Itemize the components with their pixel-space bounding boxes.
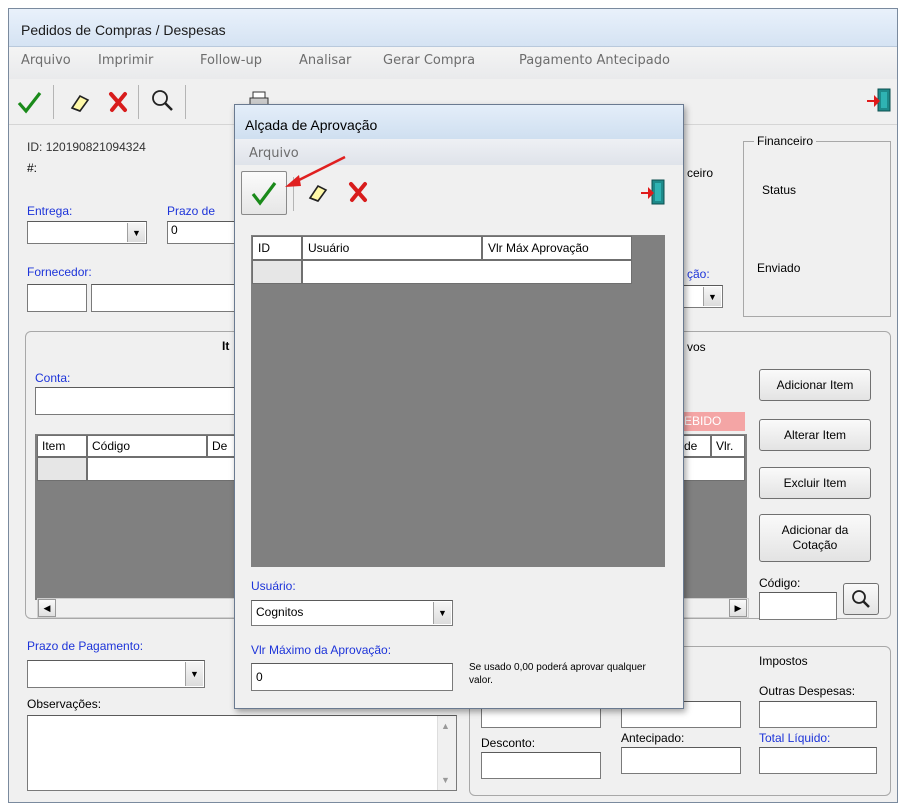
outras-despesas-label: Outras Despesas: bbox=[759, 684, 856, 698]
cao-combo[interactable]: ▼ bbox=[683, 285, 723, 308]
dialog-vlr-label: Vlr Máximo da Aprovação: bbox=[251, 643, 392, 657]
antecipado-input[interactable] bbox=[621, 747, 741, 774]
outras-despesas-input[interactable] bbox=[759, 701, 877, 728]
grid-row-indicator bbox=[252, 260, 302, 284]
prazo-pagamento-combo[interactable]: ▼ bbox=[27, 660, 205, 688]
id-label: ID: 120190821094324 bbox=[27, 140, 146, 154]
desconto-label: Desconto: bbox=[481, 736, 536, 750]
cao-label: ção: bbox=[687, 267, 710, 281]
impostos-label: Impostos bbox=[759, 654, 808, 668]
dialog-title: Alçada de Aprovação bbox=[245, 117, 378, 133]
entrega-combo[interactable]: ▼ bbox=[27, 221, 147, 244]
window-title: Pedidos de Compras / Despesas bbox=[21, 22, 226, 38]
search-icon[interactable] bbox=[149, 87, 175, 115]
total-liquido-label: Total Líquido: bbox=[759, 731, 831, 745]
annotation-arrow-icon bbox=[279, 153, 349, 193]
observacoes-label: Observações: bbox=[27, 697, 102, 711]
conta-input[interactable] bbox=[35, 387, 247, 415]
prazo-label: Prazo de bbox=[167, 204, 216, 218]
entrega-label: Entrega: bbox=[27, 204, 73, 218]
prazo-pagamento-label: Prazo de Pagamento: bbox=[27, 639, 144, 653]
menu-arquivo[interactable]: Arquivo bbox=[21, 53, 71, 68]
codigo-input[interactable] bbox=[759, 592, 837, 620]
scroll-down-icon[interactable]: ▼ bbox=[441, 775, 450, 785]
scroll-left-icon[interactable]: ◀ bbox=[38, 599, 56, 617]
table-row[interactable] bbox=[679, 457, 745, 481]
col-vlr[interactable]: Vlr. bbox=[711, 435, 745, 457]
eraser-icon[interactable] bbox=[67, 91, 93, 113]
codigo-label: Código: bbox=[759, 576, 801, 590]
alter-item-button[interactable]: Alterar Item bbox=[759, 419, 871, 451]
exit-door-icon[interactable] bbox=[865, 87, 893, 115]
col-usuario[interactable]: Usuário bbox=[302, 236, 482, 260]
desconto-input[interactable] bbox=[481, 752, 601, 779]
approval-grid[interactable] bbox=[251, 235, 665, 567]
menu-follow-up[interactable]: Follow-up bbox=[200, 53, 262, 68]
toolbar-separator bbox=[138, 85, 139, 119]
fornecedor-name-input[interactable] bbox=[91, 284, 251, 312]
dialog-usuario-label: Usuário: bbox=[251, 579, 296, 593]
observacoes-textarea[interactable] bbox=[27, 715, 457, 791]
items-vos-label: vos bbox=[687, 340, 706, 354]
table-row[interactable] bbox=[302, 260, 632, 284]
scroll-up-icon[interactable]: ▲ bbox=[441, 721, 450, 731]
add-item-button[interactable]: Adicionar Item bbox=[759, 369, 871, 401]
col-id[interactable]: ID bbox=[252, 236, 302, 260]
menu-analisar[interactable]: Analisar bbox=[299, 53, 351, 68]
grid-row-indicator bbox=[37, 457, 87, 481]
cancel-x-icon[interactable] bbox=[105, 89, 131, 115]
dialog-usuario-combo[interactable]: Cognitos ▼ bbox=[251, 600, 453, 626]
add-from-quote-button[interactable]: Adicionar da Cotação bbox=[759, 514, 871, 562]
menu-gerar-compra[interactable]: Gerar Compra bbox=[383, 53, 475, 68]
menu-imprimir[interactable]: Imprimir bbox=[98, 53, 153, 68]
toolbar-separator bbox=[53, 85, 54, 119]
dialog-exit-door-icon[interactable] bbox=[639, 177, 667, 207]
menu-pagamento-antecipado[interactable]: Pagamento Antecipado bbox=[519, 53, 670, 68]
financeiro-label: Financeiro bbox=[754, 134, 817, 148]
toolbar-separator bbox=[185, 85, 186, 119]
title-bar: Pedidos de Compras / Despesas bbox=[9, 9, 897, 47]
confirm-check-icon[interactable] bbox=[15, 89, 43, 115]
search-icon bbox=[852, 590, 870, 608]
col-codigo[interactable]: Código bbox=[87, 435, 207, 457]
antecipado-label: Antecipado: bbox=[621, 731, 685, 745]
ceiro-label: ceiro bbox=[687, 166, 714, 180]
status-label: Status bbox=[759, 183, 800, 197]
approval-dialog: Alçada de Aprovação Arquivo ID Usuário V… bbox=[234, 104, 684, 709]
col-item[interactable]: Item bbox=[37, 435, 87, 457]
dialog-vlr-input[interactable]: 0 bbox=[251, 663, 453, 691]
delete-item-button[interactable]: Excluir Item bbox=[759, 467, 871, 499]
table-row[interactable] bbox=[87, 457, 247, 481]
status-group bbox=[743, 141, 891, 317]
conta-label: Conta: bbox=[35, 371, 71, 385]
search-codigo-button[interactable] bbox=[843, 583, 879, 615]
items-title: It bbox=[222, 339, 230, 353]
scroll-right-icon[interactable]: ▶ bbox=[729, 599, 747, 617]
enviado-label: Enviado bbox=[754, 261, 804, 275]
fornecedor-label: Fornecedor: bbox=[27, 265, 92, 279]
col-vlr-max[interactable]: Vlr Máx Aprovação bbox=[482, 236, 632, 260]
dialog-hint: Se usado 0,00 poderá aprovar qualquer va… bbox=[469, 662, 646, 686]
recebido-text: EBIDO bbox=[684, 414, 722, 428]
total-liquido-input[interactable] bbox=[759, 747, 877, 774]
fornecedor-code-input[interactable] bbox=[27, 284, 87, 312]
hash-label: #: bbox=[27, 161, 38, 175]
